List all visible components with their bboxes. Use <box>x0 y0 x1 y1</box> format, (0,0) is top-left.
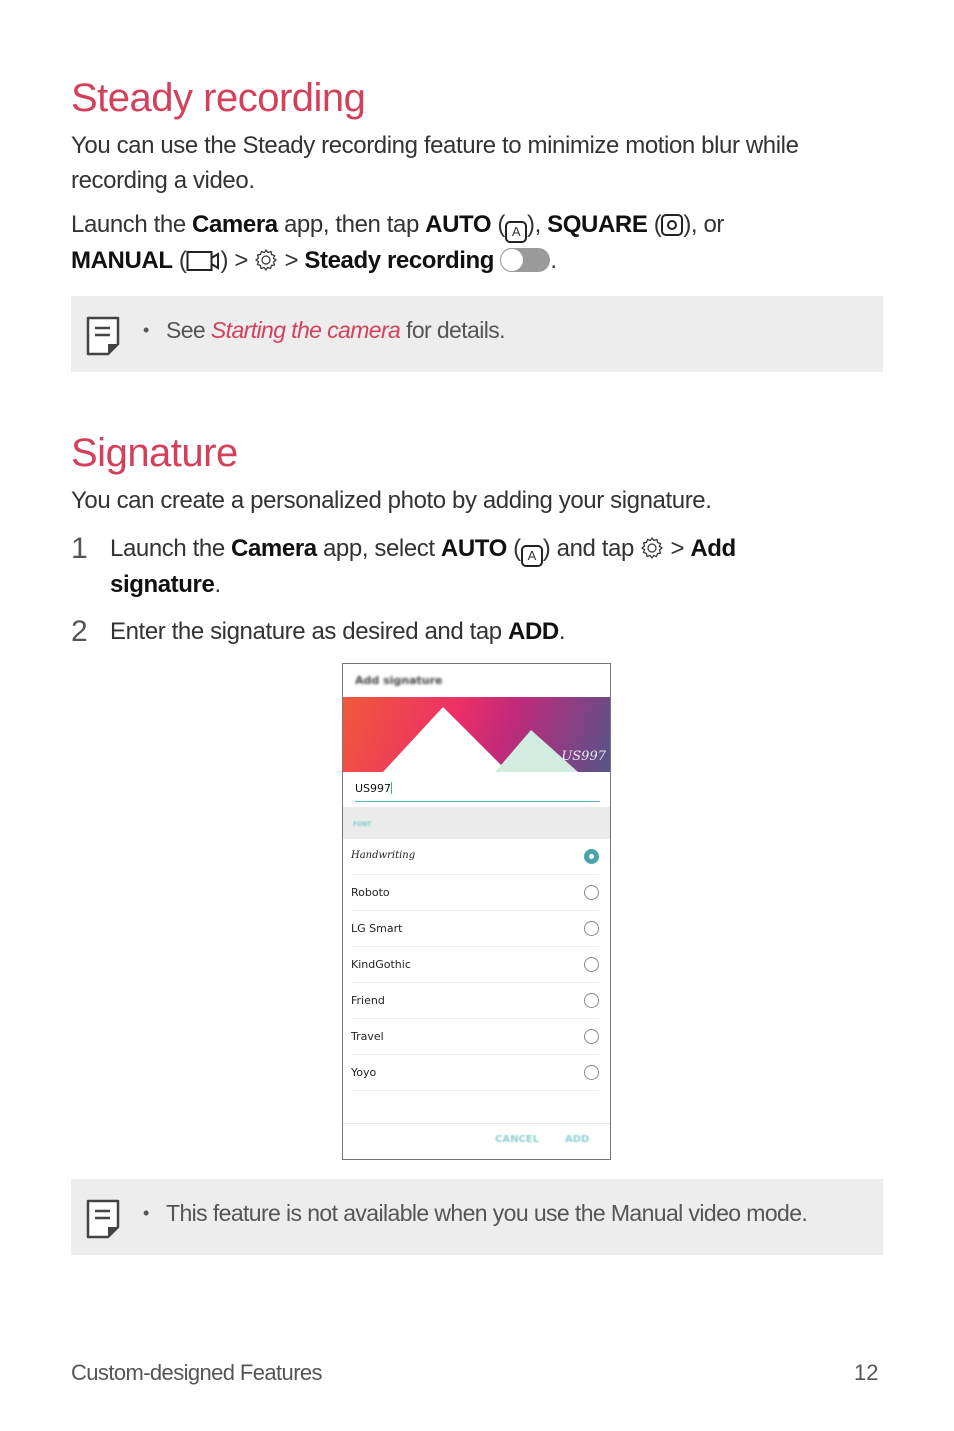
font-label: KindGothic <box>351 958 411 971</box>
auto-mode-icon: A <box>505 221 528 243</box>
text: ) and tap <box>542 535 641 562</box>
radio-icon[interactable] <box>584 957 599 972</box>
signature-preview-text: US997 <box>561 749 606 764</box>
font-label: Roboto <box>351 886 390 899</box>
text: See <box>166 317 211 343</box>
note-text: See Starting the camera for details. <box>166 317 506 344</box>
signature-label: signature <box>110 571 215 598</box>
signature-intro: You can create a personalized photo by a… <box>71 487 712 514</box>
auto-mode-label: AUTO <box>425 211 492 238</box>
radio-icon[interactable] <box>584 1029 599 1044</box>
input-value: US997 <box>355 782 392 795</box>
add-signature-dialog-screenshot: Add signature US997 US997 FONT Handwriti… <box>342 663 611 1160</box>
text: ( <box>172 247 187 274</box>
steady-recording-label: Steady recording <box>304 247 495 274</box>
text: > <box>278 247 305 274</box>
bullet: • <box>143 320 150 340</box>
steady-recording-toggle-icon <box>500 248 551 272</box>
text: ( <box>647 211 662 238</box>
note-icon <box>86 1199 120 1239</box>
video-camera-icon <box>186 251 220 271</box>
auto-mode-icon: A <box>520 545 543 567</box>
radio-icon[interactable] <box>584 1065 599 1080</box>
add-button[interactable]: ADD <box>565 1134 589 1145</box>
font-option-lg-smart[interactable]: LG Smart <box>351 911 599 947</box>
bullet: • <box>143 1203 150 1223</box>
starting-the-camera-link[interactable]: Starting the camera <box>211 317 401 343</box>
text: ( <box>491 211 506 238</box>
step-number: 1 <box>71 532 88 565</box>
font-section-header: FONT <box>343 807 610 839</box>
text: app, select <box>316 535 441 562</box>
gear-icon <box>255 248 278 272</box>
font-label: Travel <box>351 1030 384 1043</box>
font-header-label: FONT <box>353 821 372 828</box>
note-icon <box>86 316 120 356</box>
add-label: Add <box>690 535 736 562</box>
font-option-roboto[interactable]: Roboto <box>351 875 599 911</box>
page-number: 12 <box>854 1360 879 1385</box>
font-label: Yoyo <box>351 1066 377 1079</box>
gear-icon <box>641 536 664 560</box>
dialog-title: Add signature <box>355 674 443 687</box>
font-label: LG Smart <box>351 922 403 935</box>
section-title-signature: Signature <box>71 431 238 475</box>
square-mode-icon <box>661 214 684 236</box>
text-caret <box>391 782 393 794</box>
font-label: Handwriting <box>351 850 416 861</box>
step-number: 2 <box>71 615 88 648</box>
font-option-kindgothic[interactable]: KindGothic <box>351 947 599 983</box>
text: . <box>214 571 221 598</box>
square-mode-label: SQUARE <box>547 211 648 238</box>
text: app, then tap <box>277 211 426 238</box>
text: Launch the <box>110 535 232 562</box>
font-label: Friend <box>351 994 385 1007</box>
footer-section-name: Custom-designed Features <box>71 1360 323 1385</box>
note-box-signature: • This feature is not available when you… <box>71 1179 883 1255</box>
radio-selected-icon[interactable] <box>584 849 599 864</box>
text: > <box>664 535 691 562</box>
font-option-travel[interactable]: Travel <box>351 1019 599 1055</box>
step-1-text: Launch the Camera app, select AUTO (A) a… <box>110 531 736 602</box>
camera-app-label: Camera <box>192 211 278 238</box>
step-2-text: Enter the signature as desired and tap A… <box>110 614 566 649</box>
steady-intro-line2: recording a video. <box>71 167 255 194</box>
text: ), <box>527 211 548 238</box>
cancel-button[interactable]: CANCEL <box>495 1134 539 1145</box>
radio-icon[interactable] <box>584 921 599 936</box>
manual-mode-label: MANUAL <box>71 247 173 274</box>
steady-intro: You can use the Steady recording feature… <box>71 128 799 198</box>
note-text: This feature is not available when you u… <box>166 1200 808 1226</box>
camera-app-label: Camera <box>231 535 317 562</box>
dialog-divider <box>343 1123 610 1124</box>
auto-mode-label: AUTO <box>440 535 507 562</box>
text: ) > <box>220 247 255 274</box>
steady-instructions: Launch the Camera app, then tap AUTO (A)… <box>71 207 724 278</box>
text: Enter the signature as desired and tap <box>110 618 509 645</box>
radio-icon[interactable] <box>584 885 599 900</box>
signature-input[interactable]: US997 <box>355 778 600 802</box>
text: Launch the <box>71 211 193 238</box>
text: ), or <box>683 211 724 238</box>
note-box-steady: • See Starting the camera for details. <box>71 296 883 372</box>
add-label: ADD <box>508 618 559 645</box>
font-option-yoyo[interactable]: Yoyo <box>351 1055 599 1091</box>
text: . <box>558 618 566 645</box>
text: . <box>550 247 557 274</box>
section-title-steady-recording: Steady recording <box>71 76 366 120</box>
text: ( <box>506 535 521 562</box>
font-option-friend[interactable]: Friend <box>351 983 599 1019</box>
steady-intro-line1: You can use the Steady recording feature… <box>71 132 799 159</box>
text: for details. <box>400 317 506 343</box>
radio-icon[interactable] <box>584 993 599 1008</box>
font-option-handwriting[interactable]: Handwriting <box>351 839 599 875</box>
signature-preview-banner: US997 <box>343 697 610 772</box>
